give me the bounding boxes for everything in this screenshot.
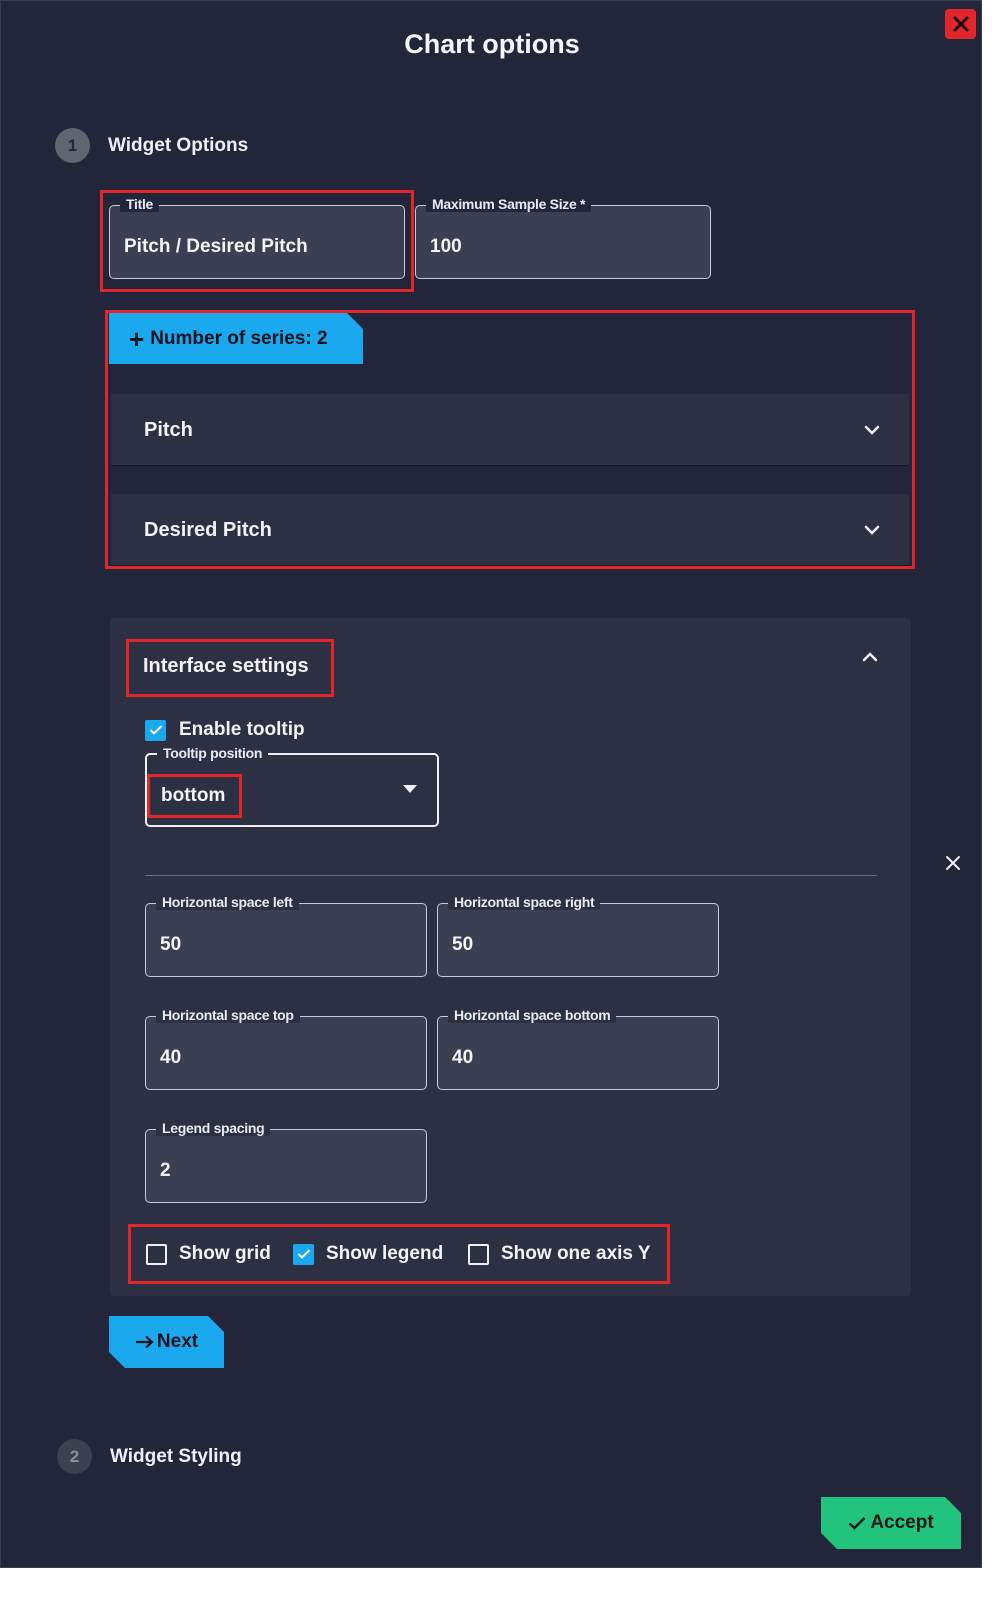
chart-options-dialog: Chart options 1 Widget Options Title Pit… — [0, 0, 982, 1568]
horizontal-space-right-field[interactable]: Horizontal space right 50 — [437, 894, 719, 977]
horizontal-space-left-label: Horizontal space left — [156, 894, 299, 910]
max-sample-value: 100 — [430, 236, 462, 257]
tooltip-position-select[interactable]: Tooltip position bottom — [145, 745, 439, 827]
show-one-axis-label: Show one axis Y — [501, 1243, 651, 1264]
horizontal-space-bottom-label: Horizontal space bottom — [448, 1007, 617, 1023]
close-icon[interactable] — [941, 851, 965, 875]
plus-icon: + — [129, 323, 145, 354]
accept-button-label: Accept — [870, 1512, 934, 1533]
horizontal-space-top-field[interactable]: Horizontal space top 40 — [145, 1007, 427, 1090]
step-label: Widget Options — [108, 134, 249, 156]
check-icon — [849, 1517, 866, 1530]
horizontal-space-bottom-value: 40 — [452, 1047, 474, 1068]
horizontal-space-right-label: Horizontal space right — [448, 894, 601, 910]
check-icon — [149, 725, 162, 735]
page-margin — [0, 1568, 1002, 1600]
horizontal-space-bottom-field[interactable]: Horizontal space bottom 40 — [437, 1007, 719, 1090]
add-series-button[interactable]: + Number of series: 2 — [109, 313, 363, 364]
series-item-pitch[interactable]: Pitch — [111, 394, 909, 466]
close-button[interactable] — [945, 9, 976, 39]
next-button[interactable]: Next — [109, 1316, 224, 1368]
title-field[interactable]: Title Pitch / Desired Pitch — [109, 196, 405, 279]
checkbox-checked[interactable] — [145, 719, 166, 741]
step-number: 1 — [55, 128, 90, 163]
title-field-label: Title — [120, 196, 160, 212]
max-sample-field[interactable]: Maximum Sample Size * 100 — [415, 196, 711, 279]
tooltip-position-value: bottom — [161, 785, 226, 806]
chevron-down-icon — [864, 425, 880, 435]
checkbox-unchecked[interactable] — [146, 1243, 167, 1265]
close-icon — [953, 16, 968, 32]
step-number: 2 — [57, 1439, 92, 1474]
legend-spacing-label: Legend spacing — [156, 1120, 271, 1136]
legend-spacing-field[interactable]: Legend spacing 2 — [145, 1120, 427, 1203]
accept-button[interactable]: Accept — [821, 1497, 961, 1549]
next-button-label: Next — [156, 1331, 199, 1352]
enable-tooltip-label: Enable tooltip — [179, 719, 305, 740]
divider — [145, 875, 877, 876]
check-icon — [297, 1249, 310, 1259]
step-widget-styling[interactable]: 2 Widget Styling — [57, 1439, 242, 1474]
step-widget-options[interactable]: 1 Widget Options — [55, 128, 248, 163]
series-item-label: Pitch — [144, 419, 193, 441]
horizontal-space-right-value: 50 — [452, 934, 474, 955]
show-one-axis-checkbox[interactable]: Show one axis Y — [468, 1243, 651, 1265]
horizontal-space-left-field[interactable]: Horizontal space left 50 — [145, 894, 427, 977]
arrow-right-icon — [135, 1335, 154, 1349]
series-item-desired-pitch[interactable]: Desired Pitch — [111, 494, 909, 566]
interface-settings-heading: Interface settings — [143, 655, 309, 677]
step-label: Widget Styling — [110, 1445, 242, 1467]
horizontal-space-top-label: Horizontal space top — [156, 1007, 300, 1023]
interface-settings-panel: Interface settings Enable tooltip Toolti… — [110, 618, 911, 1296]
show-grid-label: Show grid — [179, 1243, 271, 1264]
show-legend-label: Show legend — [326, 1243, 444, 1264]
max-sample-label: Maximum Sample Size * — [426, 196, 592, 212]
dropdown-arrow-icon — [403, 785, 417, 793]
legend-spacing-value: 2 — [160, 1160, 171, 1181]
enable-tooltip-checkbox[interactable]: Enable tooltip — [145, 719, 305, 741]
horizontal-space-top-value: 40 — [160, 1047, 182, 1068]
series-item-label: Desired Pitch — [144, 519, 272, 541]
chevron-up-icon[interactable] — [861, 651, 879, 663]
tooltip-position-label: Tooltip position — [157, 745, 269, 761]
show-grid-checkbox[interactable]: Show grid — [146, 1243, 271, 1265]
horizontal-space-left-value: 50 — [160, 934, 182, 955]
chevron-down-icon — [864, 525, 880, 535]
show-legend-checkbox[interactable]: Show legend — [293, 1243, 443, 1265]
checkbox-checked[interactable] — [293, 1243, 314, 1265]
dialog-title: Chart options — [404, 29, 580, 59]
number-of-series-label: Number of series: 2 — [150, 327, 328, 349]
title-field-value: Pitch / Desired Pitch — [124, 236, 308, 257]
checkbox-unchecked[interactable] — [468, 1243, 489, 1265]
